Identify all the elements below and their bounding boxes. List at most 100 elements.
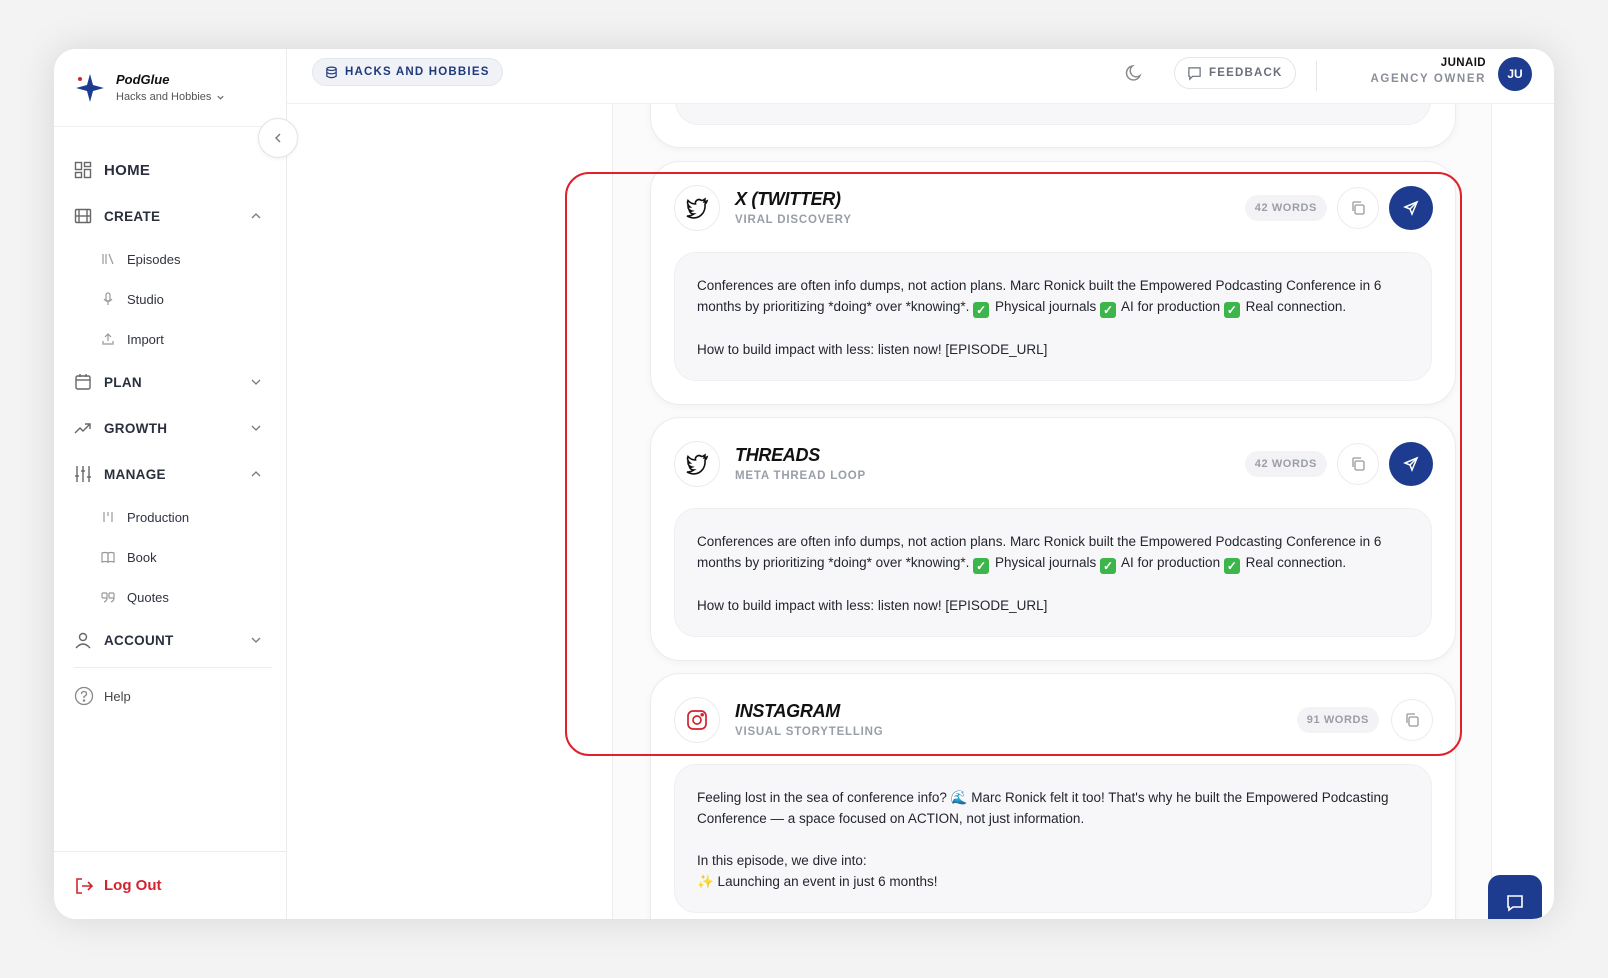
platform-name: X (TWITTER)	[735, 189, 841, 209]
sidebar-item-label: Book	[127, 549, 157, 565]
brand-show-name: Hacks and Hobbies	[116, 91, 212, 103]
twitter-icon	[674, 185, 720, 231]
post-cta: How to build impact with less: listen no…	[697, 342, 1048, 357]
check-item: Physical journals	[994, 555, 1097, 570]
library-icon	[101, 252, 115, 266]
quote-icon	[101, 590, 115, 604]
check-item: Real connection.	[1245, 555, 1347, 570]
collapse-sidebar-button[interactable]	[258, 118, 298, 158]
user-info[interactable]: JUNAID AGENCY OWNER	[1371, 57, 1486, 85]
logout-button[interactable]: Log Out	[74, 876, 161, 896]
word-count-badge: 42 WORDS	[1244, 451, 1327, 477]
calendar-icon	[74, 373, 92, 391]
user-icon	[74, 631, 92, 649]
help-circle-icon	[74, 686, 94, 706]
post-content[interactable]: Conferences are often info dumps, not ac…	[674, 508, 1432, 637]
sidebar-item-episodes[interactable]: Episodes	[54, 239, 286, 279]
check-item: Physical journals	[994, 299, 1097, 314]
copy-icon	[1406, 713, 1419, 727]
sidebar-item-account[interactable]: ACCOUNT	[54, 617, 286, 663]
chevron-down-icon	[251, 425, 261, 431]
sidebar-item-label: MANAGE	[104, 466, 166, 482]
sidebar-item-label: Production	[127, 509, 190, 525]
sidebar-item-label: Episodes	[127, 251, 181, 267]
sidebar-item-label: GROWTH	[104, 420, 168, 436]
sidebar-item-help[interactable]: Help	[54, 674, 286, 718]
sidebar-item-growth[interactable]: GROWTH	[54, 405, 286, 451]
check-icon: ✓	[973, 558, 990, 574]
copy-button[interactable]	[1391, 699, 1433, 741]
publish-button[interactable]	[1389, 442, 1433, 486]
database-icon	[326, 66, 337, 78]
word-count-badge: 91 WORDS	[1296, 707, 1379, 733]
chevron-left-icon	[275, 133, 281, 143]
feedback-button[interactable]: FEEDBACK	[1174, 57, 1296, 89]
feedback-label: FEEDBACK	[1209, 67, 1283, 79]
check-icon: ✓	[973, 302, 990, 318]
brand-switcher[interactable]: PodGlue Hacks and Hobbies	[54, 49, 286, 127]
platform-subtitle: VISUAL STORYTELLING	[735, 726, 884, 738]
top-bar: HACKS AND HOBBIES FEEDBACK JUNAID AGENCY…	[287, 49, 1554, 104]
chevron-down-icon	[251, 637, 261, 643]
sidebar-item-studio[interactable]: Studio	[54, 279, 286, 319]
avatar[interactable]: JU	[1498, 57, 1532, 91]
sidebar-nav: HOME CREATE Episodes Studio Import PLAN …	[54, 127, 286, 718]
twitter-icon	[674, 441, 720, 487]
sidebar-item-label: Import	[127, 331, 164, 347]
chat-support-button[interactable]	[1488, 875, 1542, 919]
sidebar-item-label: CREATE	[104, 208, 161, 224]
publish-button[interactable]	[1389, 186, 1433, 230]
logout-icon	[74, 876, 94, 896]
sidebar-item-home[interactable]: HOME	[54, 147, 286, 193]
sidebar-item-manage[interactable]: MANAGE	[54, 451, 286, 497]
user-name: JUNAID	[1440, 57, 1486, 69]
social-posts-column: X (TWITTER) VIRAL DISCOVERY 42 WORDS Con…	[612, 104, 1492, 919]
send-icon	[1403, 456, 1419, 472]
copy-button[interactable]	[1337, 187, 1379, 229]
sidebar-item-label: Quotes	[127, 589, 169, 605]
instagram-icon	[674, 697, 720, 743]
chevron-down-icon	[251, 379, 261, 385]
sidebar-item-label: Studio	[127, 291, 164, 307]
send-icon	[1403, 200, 1419, 216]
microphone-icon	[101, 292, 115, 306]
sidebar-item-book[interactable]: Book	[54, 537, 286, 577]
sliders-icon	[74, 465, 92, 483]
check-icon: ✓	[1223, 302, 1240, 318]
platform-name: INSTAGRAM	[735, 701, 840, 721]
book-icon	[101, 550, 115, 564]
previous-post-card	[650, 104, 1456, 148]
sidebar-item-quotes[interactable]: Quotes	[54, 577, 286, 617]
platform-subtitle: META THREAD LOOP	[735, 470, 866, 482]
sidebar-item-create[interactable]: CREATE	[54, 193, 286, 239]
sidebar-item-label: Help	[104, 688, 131, 704]
check-item: Real connection.	[1245, 299, 1347, 314]
sidebar-item-production[interactable]: Production	[54, 497, 286, 537]
sidebar: PodGlue Hacks and Hobbies HOME CREATE Ep…	[54, 49, 287, 919]
logout-label: Log Out	[104, 877, 162, 894]
chevron-down-icon	[217, 95, 225, 100]
post-content[interactable]: Feeling lost in the sea of conference in…	[674, 764, 1432, 913]
copy-icon	[1352, 201, 1365, 215]
check-item: AI for production	[1121, 555, 1221, 570]
word-count-badge: 42 WORDS	[1244, 195, 1327, 221]
brand-name: PodGlue	[116, 72, 170, 87]
chevron-up-icon	[251, 213, 261, 219]
post-content[interactable]: Conferences are often info dumps, not ac…	[674, 252, 1432, 381]
sidebar-item-import[interactable]: Import	[54, 319, 286, 359]
copy-button[interactable]	[1337, 443, 1379, 485]
show-selector[interactable]: HACKS AND HOBBIES	[312, 58, 503, 86]
check-icon: ✓	[1223, 558, 1240, 574]
columns-icon	[101, 510, 115, 524]
sidebar-item-label: HOME	[104, 161, 151, 179]
dashboard-icon	[74, 161, 92, 179]
podglue-logo-icon	[74, 72, 106, 104]
message-icon	[1188, 66, 1201, 81]
dark-mode-toggle[interactable]	[1123, 62, 1145, 84]
sidebar-item-plan[interactable]: PLAN	[54, 359, 286, 405]
upload-icon	[101, 332, 115, 346]
platform-subtitle: VIRAL DISCOVERY	[735, 214, 852, 226]
chevron-up-icon	[251, 471, 261, 477]
check-item: AI for production	[1121, 299, 1221, 314]
check-icon: ✓	[1100, 302, 1116, 318]
